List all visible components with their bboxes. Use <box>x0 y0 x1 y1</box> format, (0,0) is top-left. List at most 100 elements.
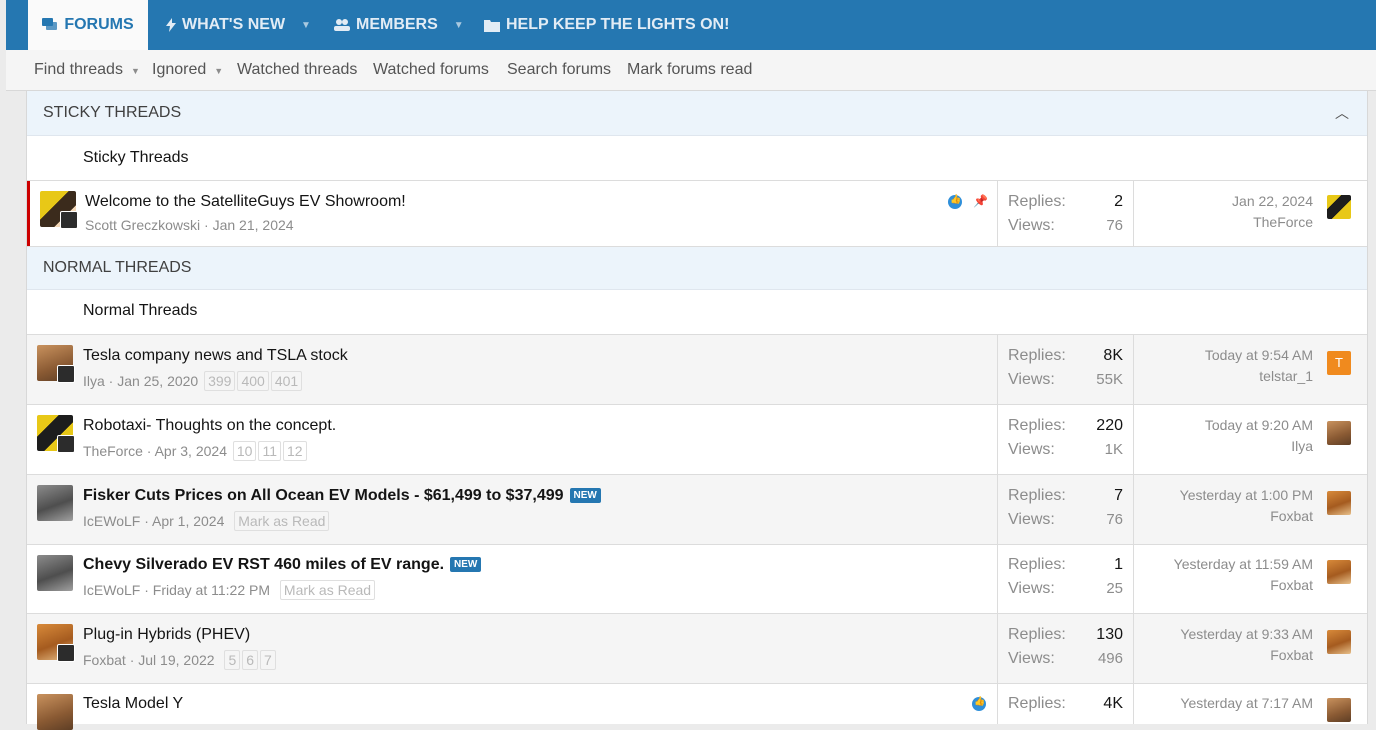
last-poster-avatar[interactable] <box>1327 421 1351 445</box>
table-row[interactable]: Plug-in Hybrids (PHEV) Foxbat · Jul 19, … <box>27 614 1367 684</box>
page-link[interactable]: 11 <box>258 441 281 461</box>
last-poster-avatar[interactable] <box>1327 491 1351 515</box>
table-row[interactable]: Welcome to the SatelliteGuys EV Showroom… <box>27 181 1367 247</box>
thread-author[interactable]: TheForce <box>83 443 143 459</box>
stat-label: Replies: <box>1008 626 1066 643</box>
last-poster-avatar[interactable]: T <box>1327 351 1351 375</box>
thread-date[interactable]: Apr 1, 2024 <box>152 513 224 529</box>
last-post: Today at 9:54 AM telstar_1 <box>1133 335 1313 404</box>
page-link[interactable]: 401 <box>270 371 303 391</box>
views-stat: Views: 76 <box>1008 511 1123 529</box>
chevron-down-icon[interactable]: ▼ <box>214 66 223 76</box>
page-link[interactable]: 400 <box>237 371 269 391</box>
search-forums-link[interactable]: Search forums <box>507 50 611 90</box>
last-poster-avatar[interactable] <box>1327 698 1351 722</box>
avatar[interactable] <box>37 555 73 591</box>
last-post-user[interactable]: telstar_1 <box>1259 368 1313 384</box>
last-post-date[interactable]: Yesterday at 7:17 AM <box>1180 695 1313 711</box>
table-row[interactable]: Tesla Model Y Replies: 4K Yesterday at 7:… <box>27 684 1367 730</box>
chevron-down-icon[interactable]: ▼ <box>131 66 140 76</box>
last-post-date[interactable]: Yesterday at 9:33 AM <box>1180 626 1313 642</box>
page-link[interactable]: 5 <box>224 650 241 670</box>
last-post-user[interactable]: Foxbat <box>1270 577 1313 593</box>
thread-author[interactable]: Foxbat <box>83 652 126 668</box>
subheader-title: Normal Threads <box>83 302 198 319</box>
comments-icon <box>42 18 58 32</box>
last-post-date[interactable]: Jan 22, 2024 <box>1232 193 1313 209</box>
avatar[interactable] <box>37 694 73 730</box>
tab-members[interactable]: MEMBERS ▼ <box>334 0 464 50</box>
watched-forums-link[interactable]: Watched forums <box>373 50 489 90</box>
last-post: Yesterday at 11:59 AM Foxbat <box>1133 545 1313 613</box>
thread-stats: Replies: 8K Views: 55K <box>997 335 1134 404</box>
avatar[interactable] <box>37 485 73 521</box>
users-icon <box>334 19 350 31</box>
stat-label: Views: <box>1008 650 1055 667</box>
page-link[interactable]: 7 <box>260 650 276 670</box>
replies-count: 4K <box>1103 695 1123 712</box>
last-post-date[interactable]: Today at 9:20 AM <box>1205 417 1313 433</box>
last-post-user[interactable]: Foxbat <box>1270 647 1313 663</box>
mark-as-read-button[interactable]: Mark as Read <box>279 580 376 600</box>
ignored-link[interactable]: Ignored ▼ <box>152 50 223 90</box>
thread-title[interactable]: Chevy Silverado EV RST 460 miles of EV r… <box>83 556 444 573</box>
new-badge: NEW <box>450 557 482 572</box>
thread-date[interactable]: Friday at 11:22 PM <box>153 582 270 598</box>
table-row[interactable]: Chevy Silverado EV RST 460 miles of EV r… <box>27 545 1367 614</box>
subheader-title: Sticky Threads <box>83 149 189 166</box>
last-post-user[interactable]: Ilya <box>1291 438 1313 454</box>
replies-stat: Replies: 220 <box>1008 417 1123 435</box>
thread-date[interactable]: Jan 25, 2020 <box>117 373 198 389</box>
last-poster-avatar[interactable] <box>1327 195 1351 219</box>
thread-author[interactable]: IcEWoLF <box>83 582 140 598</box>
mark-as-read-button[interactable]: Mark as Read <box>234 511 330 531</box>
views-count: 496 <box>1097 650 1123 667</box>
last-post-user[interactable]: Foxbat <box>1270 508 1313 524</box>
thread-title[interactable]: Tesla company news and TSLA stock <box>83 347 348 365</box>
avatar[interactable] <box>60 211 78 229</box>
chevron-down-icon[interactable]: ▼ <box>454 20 464 31</box>
watched-threads-link[interactable]: Watched threads <box>237 50 357 90</box>
tab-whats-new[interactable]: WHAT'S NEW ▼ <box>166 0 311 50</box>
page-link[interactable]: 10 <box>232 441 257 461</box>
last-poster-avatar[interactable] <box>1327 560 1351 584</box>
stat-label: Views: <box>1008 217 1055 234</box>
thread-title[interactable]: Tesla Model Y <box>83 695 183 713</box>
sub-label: Ignored <box>152 61 207 78</box>
tab-forums[interactable]: FORUMS <box>28 0 148 50</box>
replies-stat: Replies: 2 <box>1008 193 1123 211</box>
thread-author[interactable]: Ilya <box>83 373 105 389</box>
thread-title[interactable]: Welcome to the SatelliteGuys EV Showroom… <box>85 193 406 211</box>
last-post-date[interactable]: Yesterday at 1:00 PM <box>1180 487 1313 503</box>
avatar[interactable] <box>57 435 75 453</box>
avatar[interactable] <box>57 644 75 662</box>
thread-title[interactable]: Plug-in Hybrids (PHEV) <box>83 626 250 644</box>
table-row[interactable]: Tesla company news and TSLA stock Ilya ·… <box>27 335 1367 405</box>
sub-label: Find threads <box>34 61 123 78</box>
page-link[interactable]: 12 <box>283 441 307 461</box>
thread-author[interactable]: IcEWoLF <box>83 513 140 529</box>
page-link[interactable]: 6 <box>242 650 259 670</box>
table-row[interactable]: Fisker Cuts Prices on All Ocean EV Model… <box>27 475 1367 545</box>
thread-title[interactable]: Fisker Cuts Prices on All Ocean EV Model… <box>83 487 564 504</box>
chevron-down-icon[interactable]: ▼ <box>301 20 311 31</box>
page-link[interactable]: 399 <box>204 371 236 391</box>
thread-date[interactable]: Jan 21, 2024 <box>213 217 294 233</box>
thread-author[interactable]: Scott Greczkowski <box>85 217 200 233</box>
thread-date[interactable]: Apr 3, 2024 <box>155 443 227 459</box>
tab-label: FORUMS <box>64 16 134 33</box>
find-threads-link[interactable]: Find threads ▼ <box>34 50 140 90</box>
avatar[interactable] <box>57 365 75 383</box>
last-post-date[interactable]: Yesterday at 11:59 AM <box>1174 556 1313 572</box>
thread-date[interactable]: Jul 19, 2022 <box>138 652 214 668</box>
table-row[interactable]: Robotaxi- Thoughts on the concept. TheFo… <box>27 405 1367 475</box>
replies-count: 7 <box>1114 487 1123 504</box>
mark-forums-read-link[interactable]: Mark forums read <box>627 50 752 90</box>
stat-label: Views: <box>1008 511 1055 528</box>
chevron-up-icon[interactable]: ︿ <box>1335 103 1349 123</box>
tab-help-keep-lights-on[interactable]: HELP KEEP THE LIGHTS ON! <box>484 0 729 50</box>
last-post-user[interactable]: TheForce <box>1253 214 1313 230</box>
last-post-date[interactable]: Today at 9:54 AM <box>1205 347 1313 363</box>
last-poster-avatar[interactable] <box>1327 630 1351 654</box>
thread-title[interactable]: Robotaxi- Thoughts on the concept. <box>83 417 336 435</box>
